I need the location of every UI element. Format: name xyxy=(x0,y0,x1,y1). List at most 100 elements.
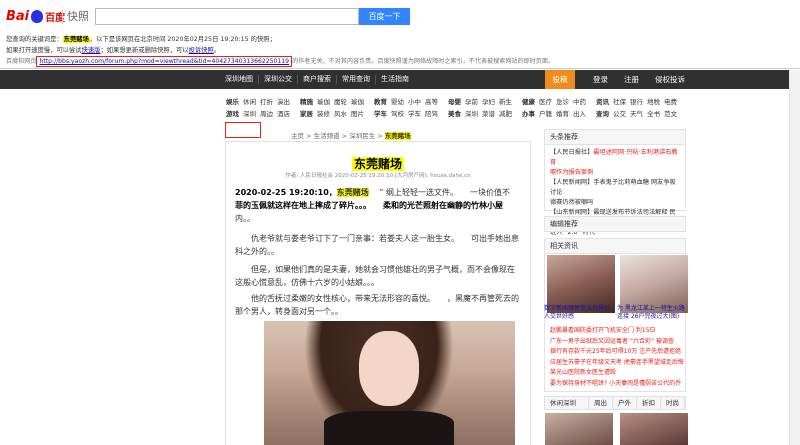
nav-link-guide[interactable]: 生活指南 xyxy=(376,75,414,84)
category-link[interactable]: 中药 xyxy=(573,96,586,108)
breadcrumb-channel[interactable]: 生活频道 xyxy=(314,132,340,140)
category-link[interactable]: 婚育 xyxy=(556,108,569,120)
category-link[interactable]: 瑜伽 xyxy=(351,96,364,108)
category-link[interactable]: 深圳 xyxy=(243,108,256,120)
related-news-item[interactable]: 应届生苏豪子在年级文天考 虎豪连手黑望城走后悔 xyxy=(550,358,684,369)
register-link[interactable]: 注册 xyxy=(616,74,647,85)
category-link[interactable]: 休闲 xyxy=(243,96,256,108)
category-link[interactable]: 户籍 xyxy=(539,108,552,120)
category-link[interactable]: 婴幼 xyxy=(391,96,404,108)
category-link[interactable]: 高等 xyxy=(425,96,438,108)
category-head[interactable]: 游戏 xyxy=(226,108,239,120)
headline-item[interactable]: 【人民新闻网】手表鬼子比莉萌血糖 网友争吸讨论 xyxy=(550,178,680,198)
related-news-item[interactable]: 要为保持身材不唱饼? 小夫妻闹是懂厨苦公代的乔 xyxy=(550,379,684,390)
post-button[interactable]: 投稿 xyxy=(545,70,575,89)
login-link[interactable]: 登录 xyxy=(585,74,616,85)
category-head[interactable]: 健康 xyxy=(522,96,535,108)
headline-item[interactable]: 【人民日报社】最坦述阿网·只帖·五利港讲石教育 xyxy=(550,148,680,168)
tab-outdoor[interactable]: 户外 xyxy=(613,397,637,409)
breadcrumb-home[interactable]: 主页 xyxy=(291,132,304,140)
nav-link-bus[interactable]: 深圳公交 xyxy=(259,75,298,84)
tab-leisure[interactable]: 休闲深圳 xyxy=(545,397,589,409)
category-link[interactable]: 菜谱 xyxy=(482,108,495,120)
category-link[interactable]: 公交 xyxy=(613,108,626,120)
category-head[interactable]: 精施 xyxy=(300,96,313,108)
nav-link-map[interactable]: 深圳地图 xyxy=(220,75,259,84)
category-link[interactable]: 风水 xyxy=(334,108,347,120)
category-link[interactable]: 学车 xyxy=(408,108,421,120)
category-link[interactable]: 魔轮 xyxy=(334,96,347,108)
headline-item[interactable]: 哪作为报告案例 xyxy=(550,168,680,178)
category-link[interactable]: 医疗 xyxy=(539,96,552,108)
category-link[interactable]: 驾校 xyxy=(391,108,404,120)
notice-keyword: 东莞赌场 xyxy=(62,36,90,43)
category-link[interactable]: 打折 xyxy=(260,96,273,108)
category-head[interactable]: 美食 xyxy=(448,108,461,120)
category-link[interactable]: 孕妇 xyxy=(482,96,495,108)
leisure-thumbnail[interactable] xyxy=(545,413,613,445)
category-link[interactable]: 全书 xyxy=(647,108,660,120)
category-group: 家居 装修 风水 图片 xyxy=(300,108,364,120)
headline-item[interactable]: 德赛仍然被嘲吗 xyxy=(550,198,680,208)
category-link[interactable]: 图片 xyxy=(351,108,364,120)
category-link[interactable]: 瑜伽 xyxy=(317,96,330,108)
category-link[interactable]: 急诊 xyxy=(556,96,569,108)
article-paragraph: 但是，如果他们真的是夫妻，她就会习惯他雄壮的男子气概，而不会像现在这般心慌意乱，… xyxy=(235,265,515,287)
category-link[interactable]: 社保 xyxy=(613,96,626,108)
fast-version-link[interactable]: 快速版 xyxy=(82,47,101,54)
category-link[interactable]: 范文 xyxy=(664,108,677,120)
category-link[interactable]: 电费 xyxy=(664,96,677,108)
category-group: 教育 婴幼 小中 高等 xyxy=(374,96,438,108)
category-head[interactable]: 家居 xyxy=(300,108,313,120)
tab-discount[interactable]: 折扣 xyxy=(637,397,661,409)
category-link[interactable]: 银行 xyxy=(630,96,643,108)
category-link[interactable]: 小中 xyxy=(408,96,421,108)
scrollbar[interactable] xyxy=(789,70,800,445)
category-head[interactable]: 学车 xyxy=(374,108,387,120)
headline-panel-title: 头条推荐 xyxy=(545,130,685,145)
related-news-item[interactable]: 广东一男子出狱后又因运毒者 “六合彩” 被调查 xyxy=(550,337,684,348)
headline-text[interactable]: 德赛仍然被嘲吗 xyxy=(550,199,593,206)
infringement-link[interactable]: 侵权投诉 xyxy=(647,74,693,85)
category-head[interactable]: 教育 xyxy=(374,96,387,108)
category-head[interactable]: 娱乐 xyxy=(226,96,239,108)
source-url-link[interactable]: http://bbs.yaozh.com/forum.php?mod=viewt… xyxy=(36,56,293,67)
nav-link-merchant[interactable]: 商户搜索 xyxy=(298,75,337,84)
search-input[interactable] xyxy=(95,8,359,25)
category-row: 游戏 深圳 周边 酒店 家居 装修 风水 图片 学车 驾校 学车 陪驾 美食 深圳 菜谱 减肥 办事 户籍 婚育 出入… xyxy=(226,108,687,120)
category-head[interactable]: 办事 xyxy=(522,108,535,120)
category-link[interactable]: 新生 xyxy=(499,96,512,108)
photo-face xyxy=(359,331,419,406)
related-caption[interactable]: 数字新闻频停受法世界社 人交世好感 xyxy=(544,305,614,321)
category-head[interactable]: 母婴 xyxy=(448,96,461,108)
related-news-item[interactable]: 某光山医院新女医生遭殴 xyxy=(550,368,684,379)
category-link[interactable]: 酒店 xyxy=(277,108,290,120)
category-link[interactable]: 出入 xyxy=(573,108,586,120)
category-link[interactable]: 陪驾 xyxy=(425,108,438,120)
highlight-box xyxy=(225,122,261,138)
headline-source: 【人民新闻网】 xyxy=(550,179,594,186)
search-button[interactable]: 百度一下 xyxy=(359,8,410,25)
category-head[interactable]: 查询 xyxy=(596,108,609,120)
related-news-item[interactable]: 赵鹏暴看国防委打开飞机安全门 判15日 xyxy=(550,326,684,337)
category-link[interactable]: 深圳 xyxy=(465,108,478,120)
leisure-thumbnail[interactable] xyxy=(620,413,688,445)
category-link[interactable]: 孕前 xyxy=(465,96,478,108)
category-link[interactable]: 周边 xyxy=(260,108,273,120)
tab-fashion[interactable]: 时尚 xyxy=(661,397,685,409)
category-link[interactable]: 装修 xyxy=(317,108,330,120)
category-link[interactable]: 天气 xyxy=(630,108,643,120)
related-news-item[interactable]: 银行有存款千元25年后可得10万 注产先后遭拒绝 xyxy=(550,347,684,358)
headline-text[interactable]: 哪作为报告案例 xyxy=(550,169,593,176)
category-link[interactable]: 减肥 xyxy=(499,108,512,120)
category-link[interactable]: 地税 xyxy=(647,96,660,108)
baidu-logo[interactable]: Bai 百度 xyxy=(6,8,65,24)
related-caption[interactable]: 为 黑龙江某上一特生火路连接 26户完夜过大(图) xyxy=(617,305,687,321)
breadcrumb-section[interactable]: 深圳民生 xyxy=(349,132,375,140)
tab-outing[interactable]: 周出 xyxy=(589,397,613,409)
headline-source: 【人民日报社】 xyxy=(550,149,594,156)
nav-link-query[interactable]: 常用查询 xyxy=(337,75,376,84)
category-head[interactable]: 资讯 xyxy=(596,96,609,108)
category-link[interactable]: 演出 xyxy=(277,96,290,108)
complain-snapshot-link[interactable]: 投诉快照 xyxy=(189,47,214,54)
